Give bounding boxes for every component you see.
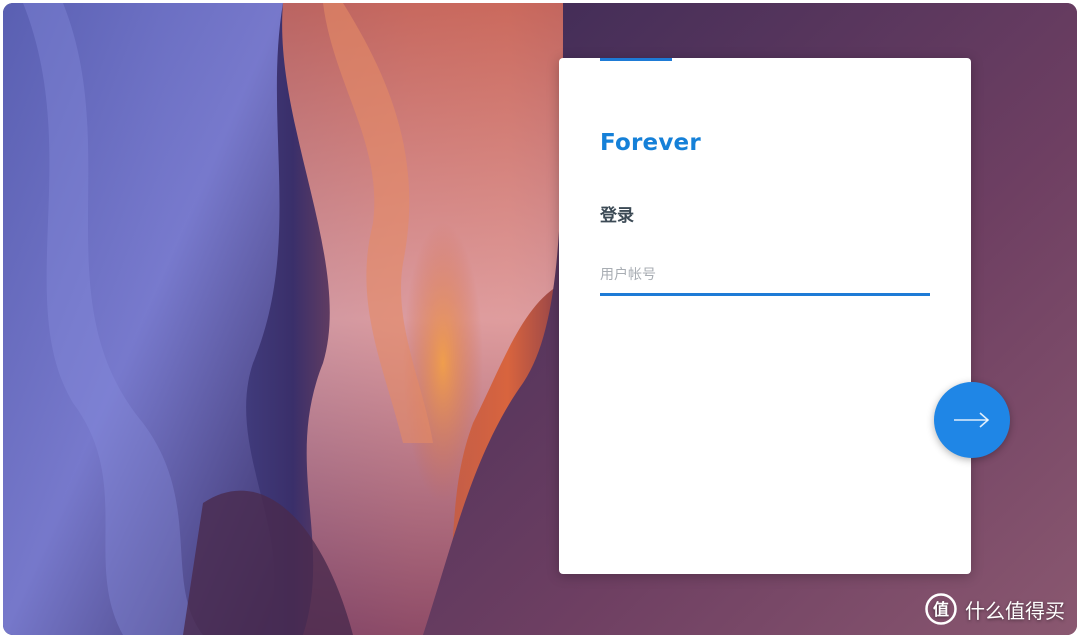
login-card: Forever 登录	[559, 58, 971, 574]
next-button[interactable]	[934, 382, 1010, 458]
card-accent-bar	[600, 58, 672, 61]
watermark: 值 什么值得买	[925, 593, 1065, 625]
brand-title: Forever	[600, 130, 701, 156]
login-heading: 登录	[600, 206, 634, 226]
account-input[interactable]	[600, 256, 930, 296]
arrow-right-icon	[954, 412, 990, 428]
watermark-text: 什么值得买	[965, 598, 1065, 623]
smzdm-logo-icon: 值	[925, 593, 957, 625]
watermark-logo-glyph: 值	[933, 600, 949, 619]
